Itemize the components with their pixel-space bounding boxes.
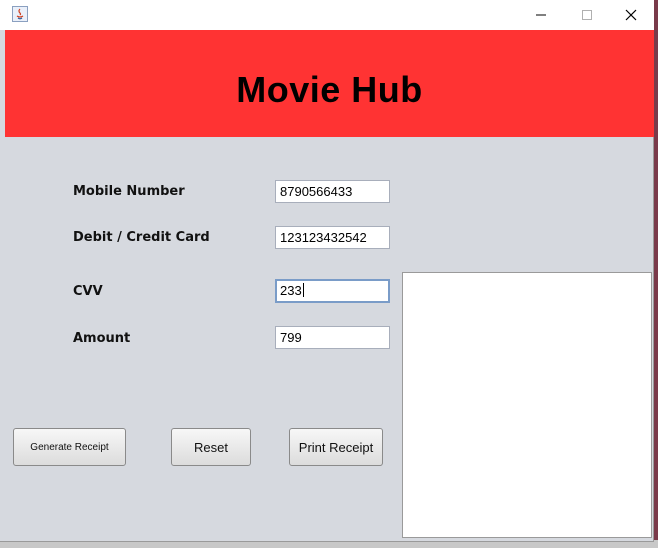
print-receipt-button[interactable]: Print Receipt	[289, 428, 383, 466]
maximize-button[interactable]	[564, 0, 610, 30]
minimize-button[interactable]	[518, 0, 564, 30]
title-bar[interactable]	[0, 0, 654, 30]
text-caret	[302, 283, 304, 297]
cvv-label: CVV	[73, 284, 103, 299]
close-icon	[625, 9, 637, 21]
mobile-number-label: Mobile Number	[73, 184, 185, 199]
card-number-label: Debit / Credit Card	[73, 230, 210, 245]
receipt-text-area[interactable]	[402, 272, 652, 538]
close-button[interactable]	[608, 0, 654, 30]
mobile-number-input[interactable]: 8790566433	[275, 180, 390, 203]
payment-window: Movie Hub Mobile Number 8790566433 Debit…	[0, 0, 654, 542]
generate-receipt-button[interactable]: Generate Receipt	[13, 428, 126, 466]
java-icon[interactable]	[12, 6, 28, 22]
page-title: Movie Hub	[236, 69, 423, 110]
cvv-input[interactable]: 233	[275, 279, 390, 303]
header-banner: Movie Hub	[5, 30, 654, 137]
card-number-input[interactable]: 123123432542	[275, 226, 390, 249]
amount-input[interactable]: 799	[275, 326, 390, 349]
maximize-icon	[582, 10, 592, 20]
minimize-icon	[536, 14, 546, 16]
reset-button[interactable]: Reset	[171, 428, 251, 466]
cvv-value: 233	[280, 283, 302, 298]
amount-label: Amount	[73, 331, 131, 346]
